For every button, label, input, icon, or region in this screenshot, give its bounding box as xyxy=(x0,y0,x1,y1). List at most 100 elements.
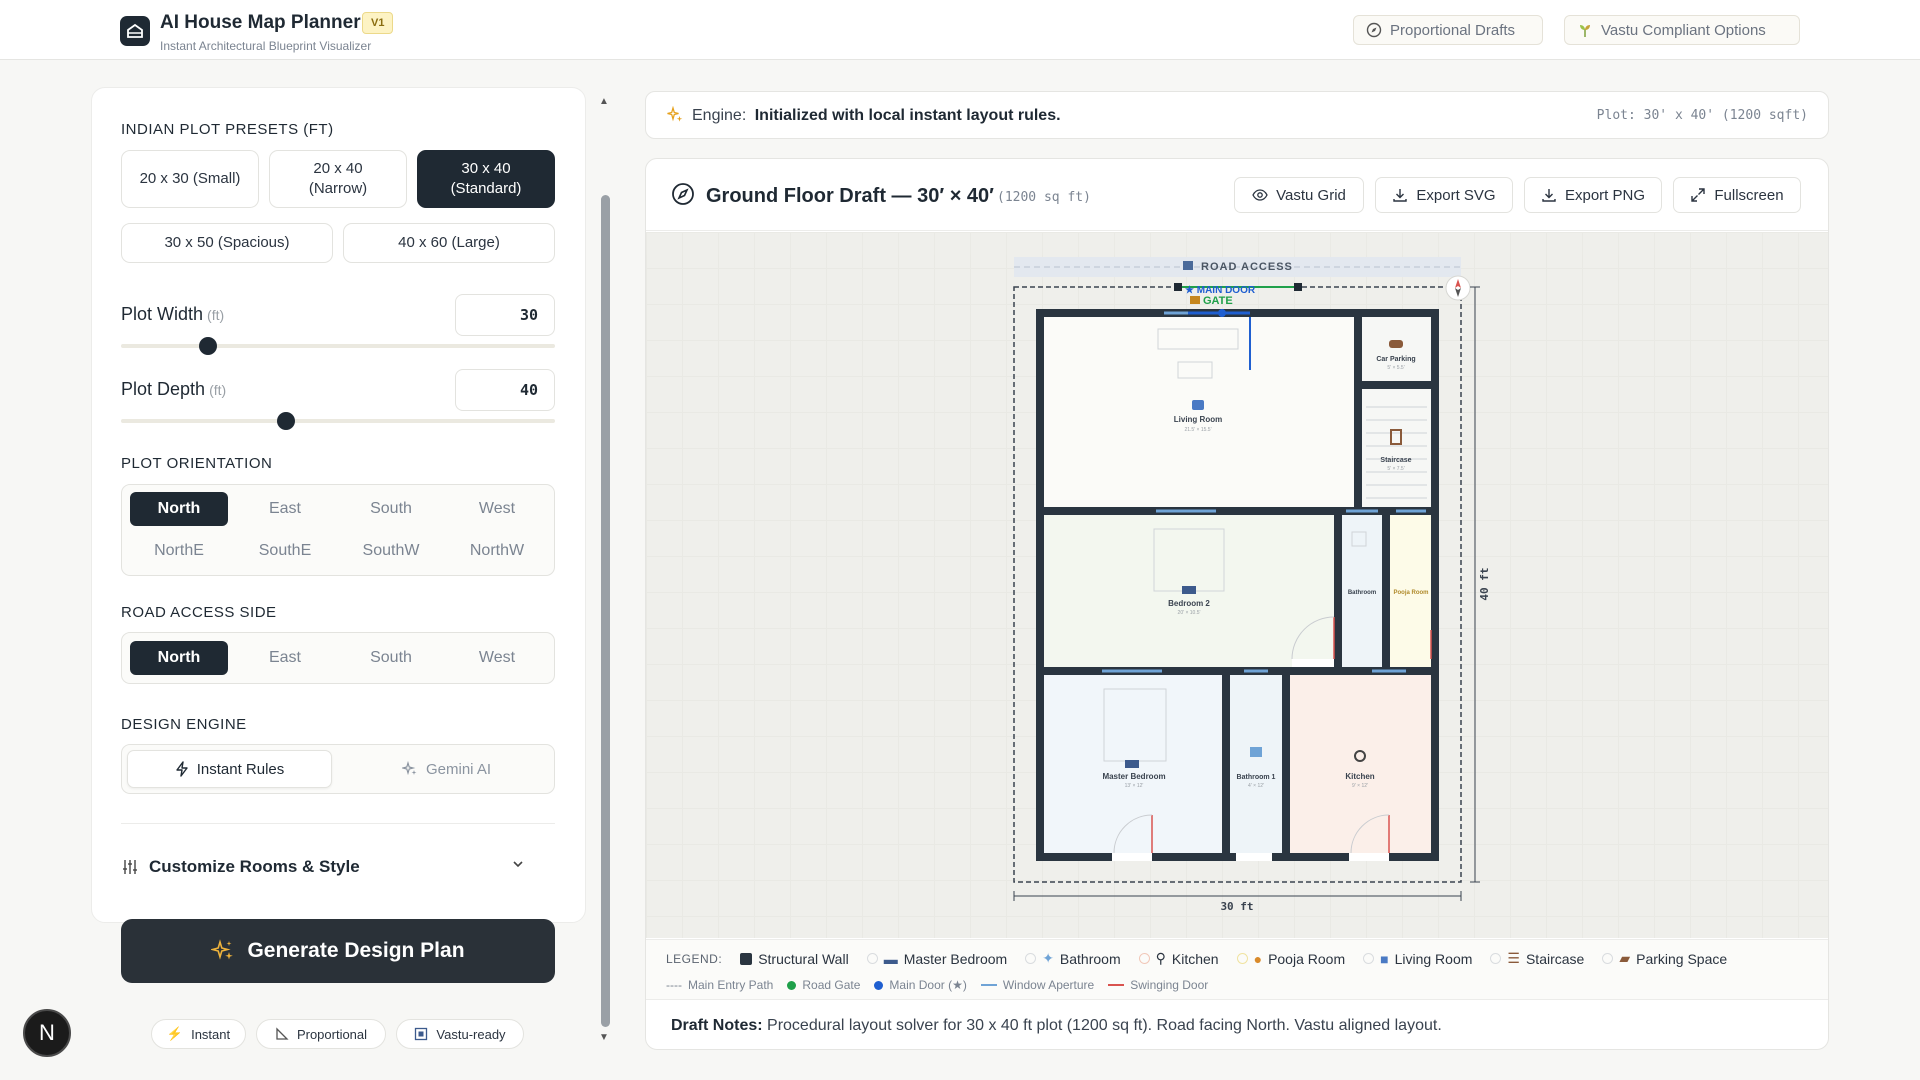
ring-swatch xyxy=(1602,953,1614,964)
export-png-button[interactable]: Export PNG xyxy=(1524,177,1662,213)
fullscreen-button[interactable]: Fullscreen xyxy=(1673,177,1801,213)
eye-icon xyxy=(1252,189,1268,201)
preset-40x60-button[interactable]: 40 x 60 (Large) xyxy=(343,223,555,263)
plot-width-label: Plot Width (ft) xyxy=(121,304,224,325)
orientation-southeast[interactable]: SouthE xyxy=(236,534,334,568)
preset-label: 30 x 40 xyxy=(461,160,511,177)
plot-depth-slider-thumb[interactable] xyxy=(276,412,295,430)
compass-icon xyxy=(1366,22,1382,38)
compass-icon xyxy=(672,183,694,205)
house-logo-icon xyxy=(120,16,150,46)
preset-label: 30 x 50 (Spacious) xyxy=(164,234,290,251)
wall-swatch xyxy=(740,952,753,965)
instant-rules-button[interactable]: Instant Rules xyxy=(127,750,332,788)
bedroom-2-label: Bedroom 2 xyxy=(1168,599,1210,608)
legend-item-label: Master Bedroom xyxy=(903,950,1008,967)
living-room[interactable] xyxy=(1044,317,1354,507)
grid-box-icon xyxy=(415,1027,428,1041)
preset-30x50-button[interactable]: 30 x 50 (Spacious) xyxy=(121,223,333,263)
orientation-east[interactable]: East xyxy=(236,492,334,526)
preset-20x30-button[interactable]: 20 x 30 (Small) xyxy=(121,150,259,208)
living-room-icon xyxy=(1192,400,1204,410)
road-access-selector: North East South West xyxy=(121,632,555,684)
legend-main-door: Main Door (★) xyxy=(874,978,967,992)
draft-notes-label: Draft Notes: xyxy=(671,1017,763,1034)
plot-width-slider-track[interactable] xyxy=(121,344,555,348)
vastu-options-pill[interactable]: Vastu Compliant Options xyxy=(1564,15,1800,45)
legend-staircase: ☰ Staircase xyxy=(1490,950,1584,967)
legend-item-label: Parking Space xyxy=(1636,950,1728,967)
instant-pill-label: Instant xyxy=(191,1026,231,1042)
preset-30x40-button[interactable]: 30 x 40 (Standard) xyxy=(417,150,555,208)
instant-pill: ⚡ Instant xyxy=(151,1019,246,1049)
download-icon xyxy=(1542,189,1556,202)
orientation-label: PLOT ORIENTATION xyxy=(121,455,273,472)
preset-label: 20 x 40 xyxy=(313,160,363,177)
kitchen-label: Kitchen xyxy=(1345,772,1374,781)
plot-depth-input[interactable]: 40 xyxy=(455,369,555,411)
ring-swatch xyxy=(1138,953,1150,964)
preset-label: 40 x 60 (Large) xyxy=(398,234,500,251)
export-svg-button[interactable]: Export SVG xyxy=(1375,177,1513,213)
generate-design-button[interactable]: Generate Design Plan xyxy=(121,919,555,983)
road-north[interactable]: North xyxy=(130,641,228,675)
chevron-down-icon xyxy=(513,861,523,868)
car-parking[interactable] xyxy=(1362,317,1431,381)
plot-dimensions-readout: Plot: 30' x 40' (1200 sqft) xyxy=(1596,108,1808,123)
plot-depth-slider-track[interactable] xyxy=(121,419,555,423)
proportional-drafts-pill[interactable]: Proportional Drafts xyxy=(1353,15,1543,45)
orientation-southwest[interactable]: SouthW xyxy=(342,534,440,568)
floor-plan-svg: ROAD ACCESS ★ MAIN DOOR GATE Living Room… xyxy=(1013,257,1491,913)
orientation-northwest[interactable]: NorthW xyxy=(448,534,546,568)
sidebar-scrollbar[interactable] xyxy=(601,195,610,1027)
gemini-ai-button[interactable]: Gemini AI xyxy=(344,750,549,788)
road-east[interactable]: East xyxy=(236,641,334,675)
gate-post-left xyxy=(1174,283,1182,291)
car-icon: ▰ xyxy=(1619,950,1631,966)
green-dot-icon xyxy=(787,980,797,990)
bathroom-1[interactable] xyxy=(1230,675,1282,853)
framework-logo-icon[interactable]: N xyxy=(23,1009,71,1057)
orientation-northeast[interactable]: NorthE xyxy=(130,534,228,568)
main-door-marker xyxy=(1218,309,1226,317)
legend-item-label: Window Aperture xyxy=(1002,978,1095,992)
vastu-grid-button[interactable]: Vastu Grid xyxy=(1234,177,1364,213)
proportional-drafts-label: Proportional Drafts xyxy=(1390,21,1516,39)
plot-width-input[interactable]: 30 xyxy=(455,294,555,336)
preset-20x40-button[interactable]: 20 x 40 (Narrow) xyxy=(269,150,407,208)
orientation-south[interactable]: South xyxy=(342,492,440,526)
design-engine-selector: Instant Rules Gemini AI xyxy=(121,744,555,794)
legend-main-entry-path: ---- Main Entry Path xyxy=(666,978,773,992)
road-access-text: ROAD ACCESS xyxy=(1201,261,1293,273)
gate-text: GATE xyxy=(1203,295,1233,307)
sofa-icon: ■ xyxy=(1380,950,1389,967)
kitchen[interactable] xyxy=(1290,675,1431,853)
plan-legend: LEGEND: Structural Wall ▬ Master Bedroom … xyxy=(646,939,1828,999)
app-title: AI House Map Planner xyxy=(160,12,361,33)
plot-width-slider-thumb[interactable] xyxy=(198,337,217,355)
legend-road-gate: Road Gate xyxy=(787,978,860,992)
road-south[interactable]: South xyxy=(342,641,440,675)
ladder-icon: ☰ xyxy=(1507,950,1520,966)
draft-area: (1200 sq ft) xyxy=(997,190,1091,205)
orientation-north[interactable]: North xyxy=(130,492,228,526)
road-west[interactable]: West xyxy=(448,641,546,675)
ring-swatch xyxy=(866,953,878,964)
car-parking-label: Car Parking xyxy=(1376,356,1415,363)
preset-sublabel: (Narrow) xyxy=(308,180,368,197)
draft-notes-text: Draft Notes: Procedural layout solver fo… xyxy=(671,1017,1442,1035)
legend-parking-space: ▰ Parking Space xyxy=(1602,950,1727,967)
bathroom-1-label: Bathroom 1 xyxy=(1237,774,1276,781)
legend-kitchen: ⚲ Kitchen xyxy=(1138,950,1219,967)
road-icon xyxy=(1183,261,1193,270)
scroll-down-arrow-icon[interactable]: ▼ xyxy=(599,1032,609,1043)
bath-icon xyxy=(1250,747,1262,757)
floor-plan-canvas[interactable]: ROAD ACCESS ★ MAIN DOOR GATE Living Room… xyxy=(646,232,1828,938)
living-room-size: 21.5' × 15.5' xyxy=(1184,427,1211,433)
ring-swatch xyxy=(1490,953,1502,964)
staircase-label: Staircase xyxy=(1380,457,1411,464)
scroll-up-arrow-icon[interactable]: ▲ xyxy=(599,96,609,107)
orientation-west[interactable]: West xyxy=(448,492,546,526)
customize-rooms-toggle[interactable]: Customize Rooms & Style xyxy=(121,855,555,879)
instant-rules-label: Instant Rules xyxy=(196,760,285,778)
